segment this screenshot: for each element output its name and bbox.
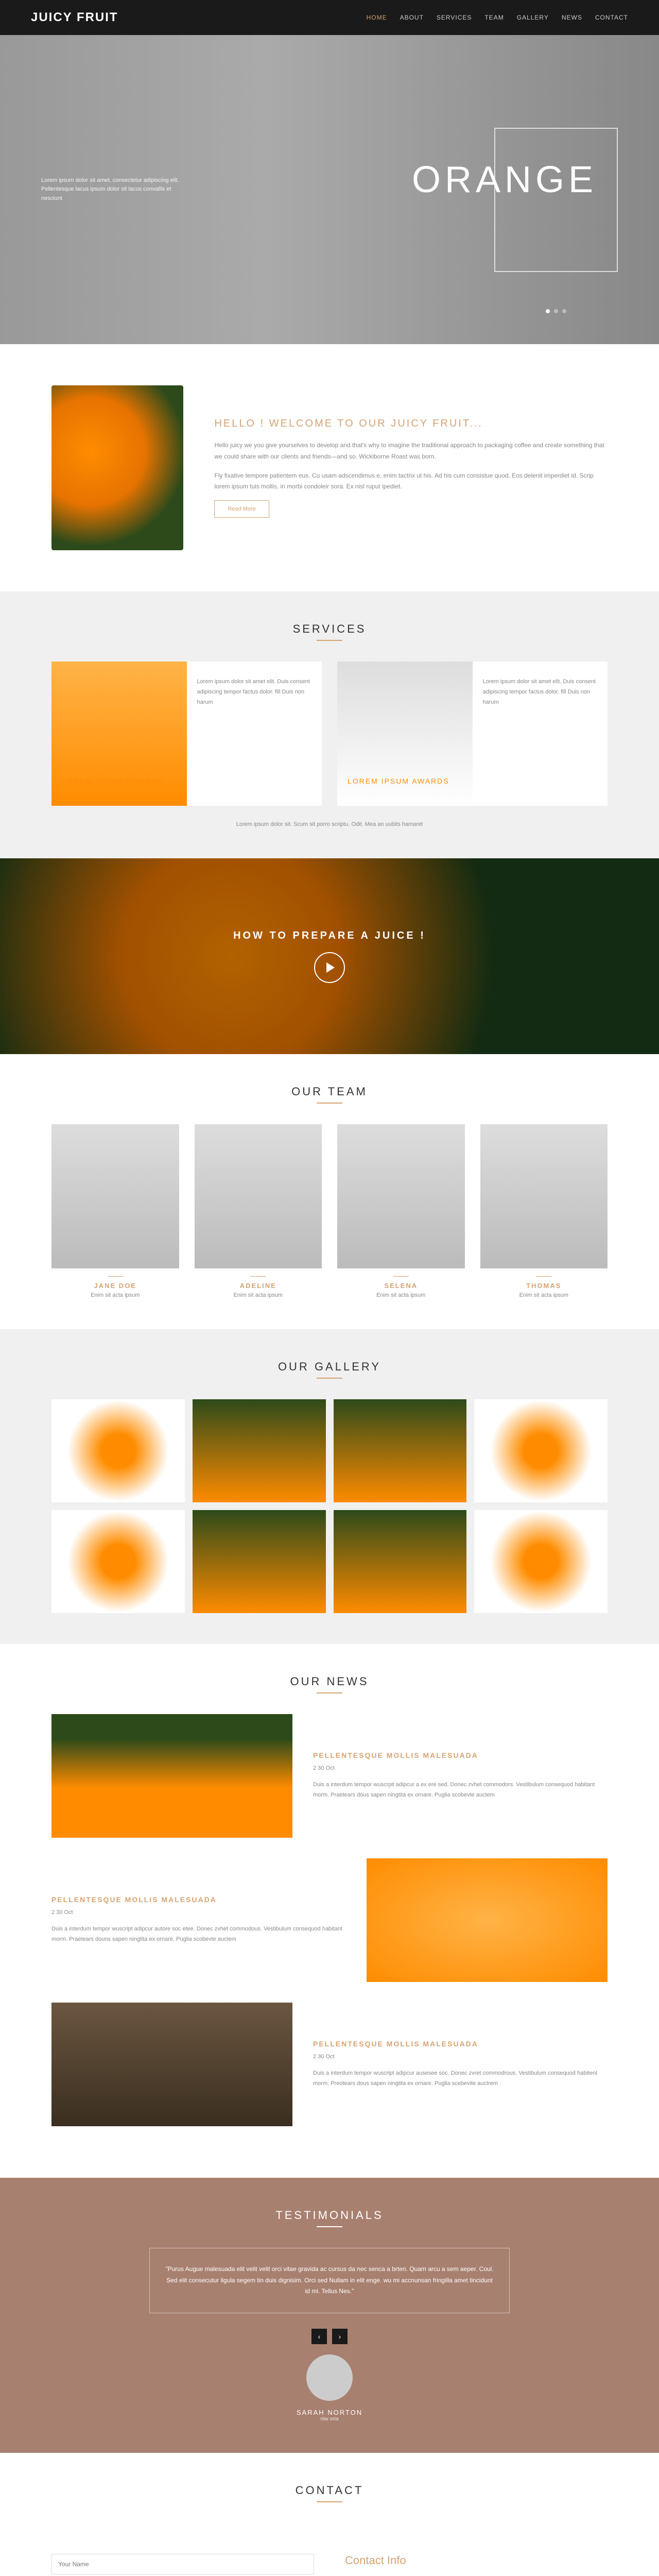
service-card-2: LOREM IPSUM AWARDS Lorem ipsum dolor sit… (337, 662, 608, 806)
welcome-p2: Fly fixative tempore patientem eus. Cu u… (214, 470, 608, 493)
services-section: SERVICES LOREM IPSUM ORANGE Lorem ipsum … (0, 591, 659, 858)
video-title: HOW TO PREPARE A JUICE ! (233, 930, 426, 942)
gallery-item[interactable] (474, 1510, 608, 1613)
news-image (51, 2003, 292, 2126)
team-member-1: JANE DOEEnim sit acta ipsum (51, 1124, 179, 1298)
title-underline (317, 1378, 342, 1379)
nav-contact[interactable]: CONTACT (595, 14, 628, 21)
gallery-item[interactable] (334, 1510, 467, 1613)
play-button[interactable] (314, 952, 345, 983)
nav-about[interactable]: ABOUT (400, 14, 424, 21)
welcome-p1: Hello juicy we you give yourselves to de… (214, 440, 608, 462)
title-underline (317, 1103, 342, 1104)
team-img (195, 1124, 322, 1268)
service-image-2: LOREM IPSUM AWARDS (337, 662, 473, 806)
hero-caption: Lorem ipsum dolor sit amet, consectetur … (41, 176, 185, 204)
main-nav: HOME ABOUT SERVICES TEAM GALLERY NEWS CO… (367, 14, 628, 21)
title-underline (317, 1692, 342, 1693)
team-title: OUR TEAM (51, 1085, 608, 1098)
welcome-section: HELLO ! WELCOME TO OUR JUICY FRUIT... He… (0, 344, 659, 591)
contact-info: Contact Info Lorem ipsum dolor sit amet,… (345, 2554, 608, 2576)
gallery-item[interactable] (334, 1399, 467, 1502)
news-title: OUR NEWS (51, 1675, 608, 1688)
gallery-item[interactable] (193, 1510, 326, 1613)
next-arrow[interactable]: › (332, 2329, 348, 2344)
gallery-item[interactable] (51, 1399, 185, 1502)
title-underline (317, 2501, 342, 2502)
title-underline (317, 640, 342, 641)
gallery-item[interactable] (51, 1510, 185, 1613)
news-image (51, 1714, 292, 1838)
testimonials-section: TESTIMONIALS "Purus Augue malesuada elit… (0, 2178, 659, 2453)
team-member-4: THOMASEnim sit acta ipsum (480, 1124, 608, 1298)
gallery-item[interactable] (474, 1399, 608, 1502)
testimonial-role: ntw orta (51, 2416, 608, 2422)
team-section: OUR TEAM JANE DOEEnim sit acta ipsum ADE… (0, 1054, 659, 1329)
service-card-1: LOREM IPSUM ORANGE Lorem ipsum dolor sit… (51, 662, 322, 806)
team-member-3: SELENAEnim sit acta ipsum (337, 1124, 465, 1298)
video-section: HOW TO PREPARE A JUICE ! (0, 858, 659, 1054)
name-input[interactable] (51, 2554, 314, 2574)
hero-title: ORANGE (412, 159, 597, 201)
header: JUICY FRUIT HOME ABOUT SERVICES TEAM GAL… (0, 0, 659, 35)
testimonials-title: TESTIMONIALS (51, 2209, 608, 2222)
news-section: OUR NEWS PELLENTESQUE MOLLIS MALESUADA2 … (0, 1644, 659, 2178)
nav-gallery[interactable]: GALLERY (517, 14, 549, 21)
testimonial-quote: "Purus Augue malesuada elit velit velit … (149, 2248, 510, 2313)
news-item-1: PELLENTESQUE MOLLIS MALESUADA2 30 OctDui… (51, 1714, 608, 1838)
read-more-button[interactable]: Read More (214, 500, 269, 518)
welcome-content: HELLO ! WELCOME TO OUR JUICY FRUIT... He… (214, 418, 608, 517)
logo[interactable]: JUICY FRUIT (31, 10, 118, 25)
dot-2[interactable] (554, 309, 558, 313)
contact-form: SEND (51, 2554, 314, 2576)
contact-section: SEND Contact Info Lorem ipsum dolor sit … (0, 2523, 659, 2576)
news-image (367, 1858, 608, 1982)
team-member-2: ADELINEEnim sit acta ipsum (195, 1124, 322, 1298)
news-item-3: PELLENTESQUE MOLLIS MALESUADA2 30 OctDui… (51, 2003, 608, 2126)
hero-section: Lorem ipsum dolor sit amet, consectetur … (0, 35, 659, 344)
title-underline (317, 2226, 342, 2227)
gallery-section: OUR GALLERY (0, 1329, 659, 1644)
prev-arrow[interactable]: ‹ (311, 2329, 327, 2344)
nav-services[interactable]: SERVICES (437, 14, 472, 21)
welcome-title: HELLO ! WELCOME TO OUR JUICY FRUIT... (214, 418, 608, 430)
gallery-item[interactable] (193, 1399, 326, 1502)
contact-title: CONTACT (0, 2484, 659, 2497)
welcome-image (51, 385, 183, 550)
dot-1[interactable] (546, 309, 550, 313)
dot-3[interactable] (562, 309, 566, 313)
team-img (337, 1124, 465, 1268)
service-text-2: Lorem ipsum dolor sit amet elit. Duis co… (473, 662, 608, 806)
gallery-title: OUR GALLERY (51, 1360, 608, 1374)
team-img (480, 1124, 608, 1268)
team-img (51, 1124, 179, 1268)
nav-team[interactable]: TEAM (484, 14, 504, 21)
nav-home[interactable]: HOME (367, 14, 387, 21)
service-image-1: LOREM IPSUM ORANGE (51, 662, 187, 806)
contact-info-title: Contact Info (345, 2554, 608, 2567)
services-title: SERVICES (51, 622, 608, 636)
service-text-1: Lorem ipsum dolor sit amet elit. Duis co… (187, 662, 322, 806)
services-footer: Lorem ipsum dolor sit. Scum sit porro sc… (51, 821, 608, 827)
news-item-2: PELLENTESQUE MOLLIS MALESUADA2 30 OctDui… (51, 1858, 608, 1982)
testimonial-name: SARAH NORTON (51, 2409, 608, 2416)
nav-news[interactable]: NEWS (562, 14, 582, 21)
testimonial-avatar (306, 2354, 353, 2401)
slider-dots (546, 309, 566, 313)
